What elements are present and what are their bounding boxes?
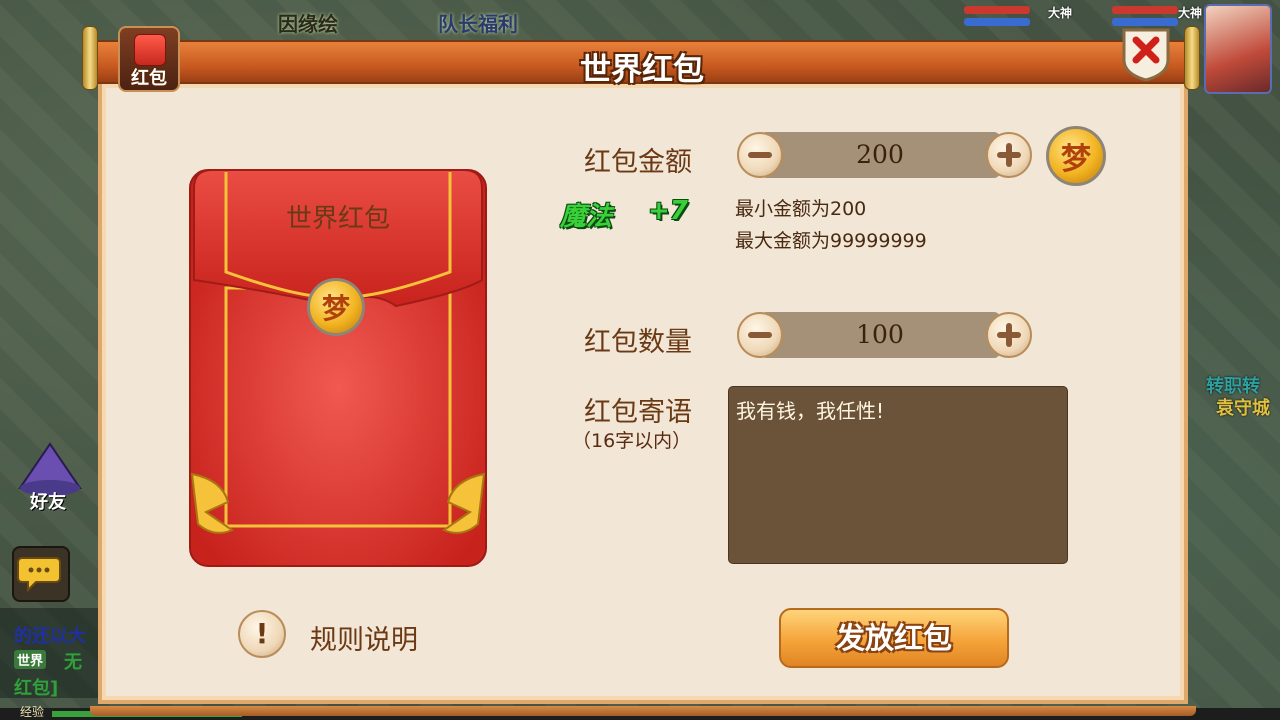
chat-channel-tag: 世界 bbox=[14, 650, 47, 669]
red-envelope-illustration: 世界红包 梦 bbox=[186, 168, 490, 572]
coin-glyph: 梦 bbox=[321, 292, 350, 325]
hp-bar bbox=[1112, 6, 1178, 14]
chat-button[interactable] bbox=[12, 546, 70, 602]
exp-label: 经验 bbox=[20, 705, 45, 719]
title-bar: 世界红包 bbox=[88, 40, 1196, 88]
magic-value: +7 bbox=[648, 196, 688, 226]
chat-line: 红包] bbox=[14, 678, 59, 699]
dream-coin-icon: 梦 bbox=[307, 278, 365, 336]
amount-increase-button[interactable] bbox=[986, 132, 1032, 178]
envelope-title: 世界红包 bbox=[285, 204, 390, 234]
send-red-packet-button[interactable]: 发放红包 bbox=[779, 608, 1009, 668]
max-amount-note: 最大金额为99999999 bbox=[735, 230, 927, 252]
red-packet-tab-label: 红包 bbox=[131, 68, 167, 89]
count-stepper[interactable]: 100 bbox=[760, 312, 1000, 358]
mp-bar bbox=[964, 18, 1030, 26]
count-decrease-button[interactable] bbox=[737, 312, 783, 358]
close-button[interactable] bbox=[1121, 26, 1171, 82]
amount-label: 红包金额 bbox=[584, 147, 692, 178]
chat-bubble-icon bbox=[17, 557, 61, 593]
magic-label: 魔法 bbox=[560, 202, 613, 232]
min-amount-note: 最小金额为200 bbox=[735, 198, 867, 220]
count-label: 红包数量 bbox=[584, 327, 692, 358]
amount-value[interactable]: 200 bbox=[760, 132, 1000, 178]
dialog-title: 世界红包 bbox=[580, 52, 704, 88]
hp-bar bbox=[964, 6, 1030, 14]
close-x-icon bbox=[1122, 28, 1170, 82]
message-limit-note: （16字以内） bbox=[572, 430, 692, 452]
friend-label: 好友 bbox=[30, 492, 66, 513]
amount-stepper[interactable]: 200 bbox=[760, 132, 1000, 178]
currency-glyph: 梦 bbox=[1061, 142, 1091, 177]
chat-line: 无 bbox=[64, 652, 82, 673]
rules-link[interactable]: 规则说明 bbox=[310, 618, 418, 657]
friend-button[interactable]: 好友 bbox=[12, 440, 88, 516]
title-post-left bbox=[82, 26, 98, 90]
count-increase-button[interactable] bbox=[986, 312, 1032, 358]
chat-line: 的还以大 bbox=[14, 626, 86, 647]
mp-bar bbox=[1112, 18, 1178, 26]
title-post-right bbox=[1184, 26, 1200, 90]
world-red-packet-dialog: 世界红包 红包 世界红包 梦 红包金额 200 梦 魔法 +7 最小金额为200… bbox=[82, 26, 1200, 716]
message-label: 红包寄语 bbox=[584, 397, 692, 428]
portrait-tag: 大神 bbox=[1048, 6, 1073, 20]
panel-bottom-edge bbox=[90, 706, 1196, 716]
event-label-yinyuan[interactable]: 因缘绘 bbox=[278, 8, 338, 37]
player-portrait[interactable] bbox=[1204, 4, 1272, 94]
red-packet-tab[interactable]: 红包 bbox=[118, 26, 180, 92]
minus-icon bbox=[748, 152, 772, 158]
count-value[interactable]: 100 bbox=[760, 312, 1000, 358]
portrait-tag: 大神 bbox=[1178, 6, 1203, 20]
amount-decrease-button[interactable] bbox=[737, 132, 783, 178]
currency-coin-icon: 梦 bbox=[1046, 126, 1106, 186]
npc-name[interactable]: 袁守城 bbox=[1216, 394, 1270, 420]
event-label-captain[interactable]: 队长福利 bbox=[438, 8, 518, 37]
exclamation-icon[interactable]: ! bbox=[238, 610, 286, 658]
message-input[interactable]: 我有钱，我任性! bbox=[728, 386, 1068, 564]
red-packet-icon bbox=[134, 34, 166, 66]
minus-icon bbox=[748, 332, 772, 338]
